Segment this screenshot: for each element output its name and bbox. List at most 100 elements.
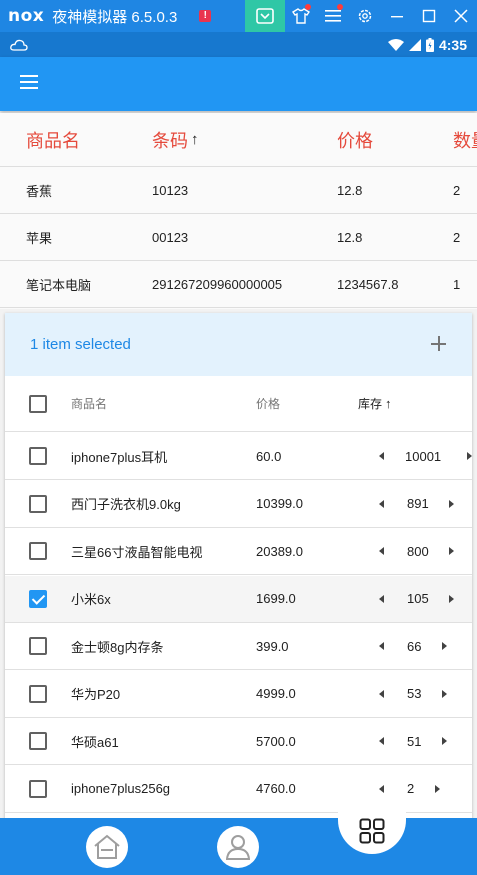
product-price: 60.0 — [256, 448, 282, 464]
increment-stock-icon[interactable] — [449, 499, 454, 508]
header-barcode-label: 条码 — [152, 130, 188, 151]
product-price: 399.0 — [256, 638, 289, 654]
decrement-stock-icon[interactable] — [379, 499, 384, 508]
increment-stock-icon[interactable] — [449, 594, 454, 603]
row-checkbox[interactable] — [29, 637, 47, 655]
table-row[interactable]: 金士顿8g内存条 399.0 66 — [5, 623, 472, 670]
app-center-icon[interactable] — [245, 0, 285, 32]
select-all-checkbox[interactable] — [29, 395, 47, 413]
product-name: 金士顿8g内存条 — [71, 639, 164, 655]
cell-price: 12.8 — [337, 229, 363, 245]
cell-name: 笔记本电脑 — [26, 277, 92, 293]
header-price[interactable]: 价格 — [337, 113, 373, 166]
row-checkbox[interactable] — [29, 542, 47, 560]
product-table-header: 商品名 条码 ↑ 价格 数量 — [0, 113, 477, 167]
cell-quantity: 2 — [453, 229, 461, 245]
product-stock: 53 — [407, 686, 422, 701]
table-row[interactable]: iphone7plus耳机 60.0 10001 — [5, 433, 472, 480]
hamburger-menu-icon[interactable] — [20, 75, 38, 91]
table-row[interactable]: 笔记本电脑 291267209960000005 1234567.8 1 — [0, 261, 477, 308]
product-name: 小米6x — [71, 592, 111, 607]
decrement-stock-icon[interactable] — [379, 594, 384, 603]
product-stock: 891 — [407, 496, 429, 511]
status-bar: 4:35 — [0, 32, 477, 57]
emulator-title: 夜神模拟器 6.5.0.3 — [52, 8, 178, 26]
cell-price: 12.8 — [337, 182, 363, 198]
product-stock: 800 — [407, 543, 429, 559]
row-checkbox[interactable] — [29, 447, 47, 465]
decrement-stock-icon[interactable] — [379, 452, 384, 460]
inventory-card: 1 item selected 商品名 价格 库存 ↑ iphone7plus耳… — [5, 313, 472, 823]
sort-arrow-up-icon: ↑ — [191, 131, 199, 148]
decrement-stock-icon[interactable] — [379, 737, 384, 745]
grid-icon[interactable] — [338, 808, 406, 854]
product-price: 10399.0 — [256, 496, 303, 511]
app-bar — [0, 57, 477, 111]
row-checkbox[interactable] — [29, 494, 47, 513]
header-price[interactable]: 价格 — [256, 376, 280, 431]
increment-stock-icon[interactable] — [442, 689, 447, 698]
product-price: 5700.0 — [256, 733, 296, 749]
battery-icon — [425, 37, 434, 52]
home-icon[interactable] — [86, 826, 128, 868]
selection-header: 1 item selected — [5, 313, 472, 376]
product-price: 20389.0 — [256, 543, 303, 559]
increment-stock-icon[interactable] — [442, 737, 447, 745]
row-checkbox[interactable] — [29, 684, 47, 703]
header-stock-label: 库存 — [358, 397, 383, 411]
cell-quantity: 2 — [453, 182, 461, 198]
wifi-icon — [387, 38, 404, 51]
cell-quantity: 1 — [453, 276, 461, 292]
row-checkbox[interactable] — [29, 589, 47, 608]
header-product-name[interactable]: 商品名 — [26, 113, 80, 166]
increment-stock-icon[interactable] — [467, 452, 472, 460]
table-row[interactable]: 西门子洗衣机9.0kg 10399.0 891 — [5, 481, 472, 528]
product-price: 4760.0 — [256, 781, 296, 796]
user-icon[interactable] — [217, 826, 259, 868]
header-stock[interactable]: 库存 ↑ — [358, 376, 392, 431]
header-barcode[interactable]: 条码 ↑ — [152, 113, 199, 166]
menu-icon[interactable] — [317, 0, 349, 32]
row-checkbox[interactable] — [29, 779, 47, 798]
increment-stock-icon[interactable] — [442, 642, 447, 650]
header-name[interactable]: 商品名 — [71, 376, 107, 431]
weather-icon — [10, 39, 28, 51]
increment-stock-icon[interactable] — [435, 784, 440, 793]
status-time: 4:35 — [438, 36, 467, 53]
table-row[interactable]: 三星66寸液晶智能电视 20389.0 800 — [5, 528, 472, 575]
decrement-stock-icon[interactable] — [379, 689, 384, 698]
product-stock: 51 — [407, 733, 422, 749]
alert-icon[interactable]: ! — [199, 10, 212, 22]
emulator-controls — [245, 0, 477, 32]
row-checkbox[interactable] — [29, 732, 47, 750]
product-name: iphone7plus256g — [71, 781, 171, 796]
table-row[interactable]: 华为P20 4999.0 53 — [5, 671, 472, 718]
product-price: 1699.0 — [256, 591, 296, 606]
decrement-stock-icon[interactable] — [379, 642, 384, 650]
settings-icon[interactable] — [349, 0, 381, 32]
table-row[interactable]: iphone7plus256g 4760.0 2 — [5, 766, 472, 813]
increment-stock-icon[interactable] — [449, 547, 454, 555]
cell-barcode: 00123 — [152, 229, 189, 245]
cell-barcode: 291267209960000005 — [152, 276, 283, 292]
decrement-stock-icon[interactable] — [379, 547, 384, 555]
product-stock: 2 — [407, 781, 415, 796]
header-quantity[interactable]: 数量 — [453, 113, 477, 166]
cell-name: 苹果 — [26, 230, 53, 246]
maximize-icon[interactable] — [413, 0, 445, 32]
product-name: 华硕a61 — [71, 734, 119, 750]
sort-arrow-up-icon: ↑ — [385, 396, 392, 411]
skin-icon[interactable] — [285, 0, 317, 32]
table-row[interactable]: 小米6x 1699.0 105 — [5, 575, 472, 623]
cell-name: 香蕉 — [26, 183, 53, 199]
minimize-icon[interactable] — [381, 0, 413, 32]
add-icon[interactable] — [428, 333, 450, 355]
selection-count: 1 item selected — [30, 336, 131, 353]
table-row[interactable]: 香蕉 10123 12.8 2 — [0, 167, 477, 214]
decrement-stock-icon[interactable] — [379, 784, 384, 793]
close-icon[interactable] — [445, 0, 477, 32]
product-name: 西门子洗衣机9.0kg — [71, 497, 181, 512]
table-row[interactable]: 华硕a61 5700.0 51 — [5, 718, 472, 765]
table-row[interactable]: 苹果 00123 12.8 2 — [0, 214, 477, 261]
product-stock: 10001 — [405, 448, 442, 464]
